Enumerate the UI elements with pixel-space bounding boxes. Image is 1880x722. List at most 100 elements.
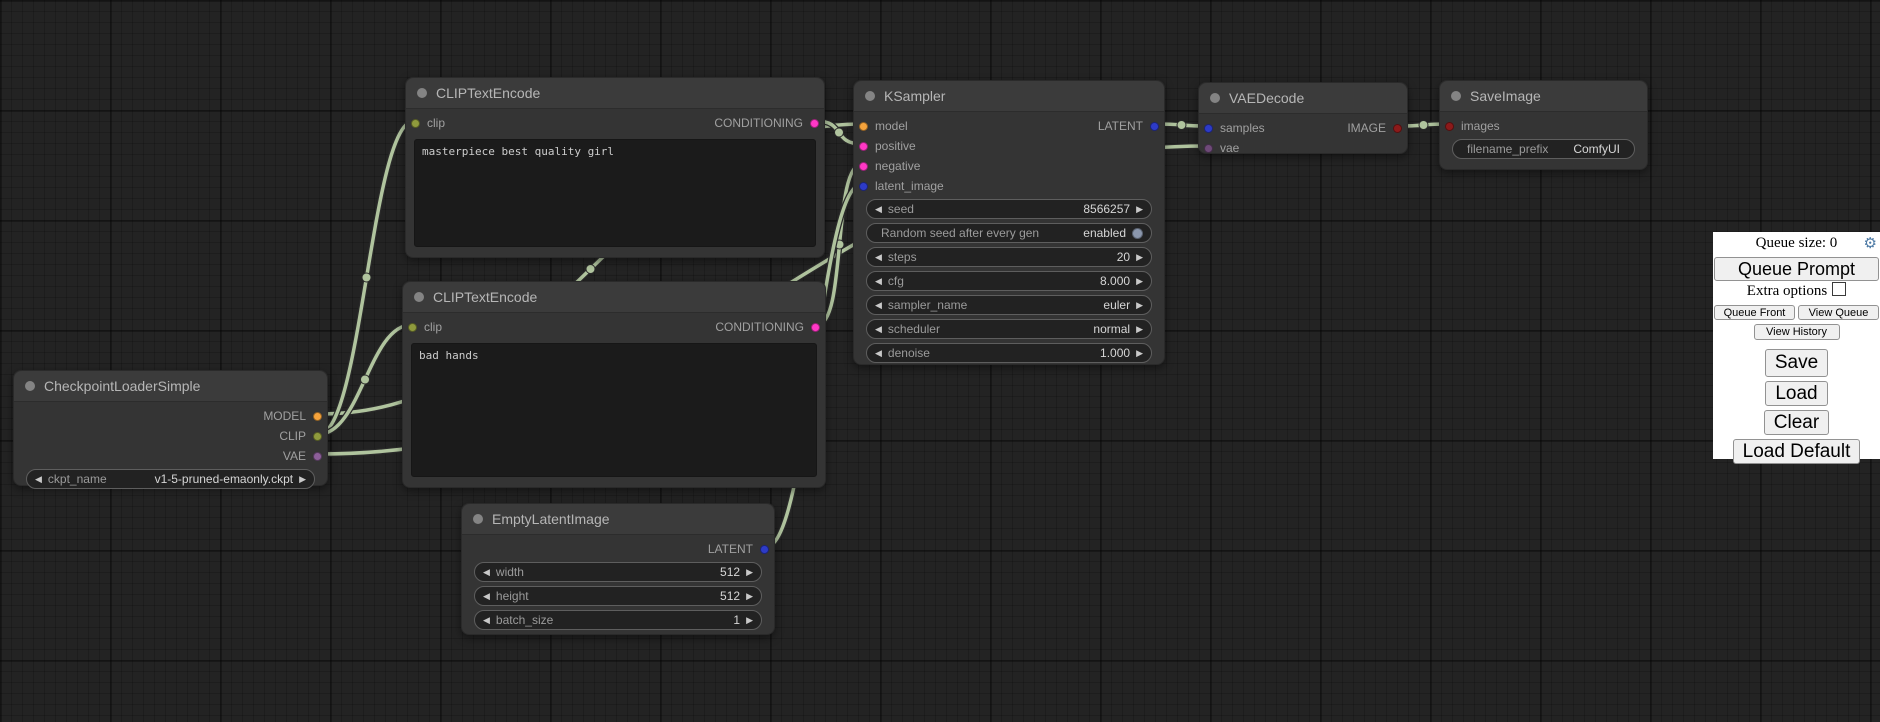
height-widget[interactable]: ◀height512▶ [474, 586, 762, 606]
increment-arrow-icon[interactable]: ▶ [1136, 325, 1143, 334]
prompt-textarea[interactable]: bad hands [411, 343, 817, 477]
scheduler-widget[interactable]: ◀schedulernormal▶ [866, 319, 1152, 339]
batch-size-widget[interactable]: ◀batch_size1▶ [474, 610, 762, 630]
latent-output-slot[interactable]: LATENT [708, 542, 769, 556]
model-output-slot[interactable]: MODEL [263, 409, 322, 423]
clip-input-dot[interactable] [411, 119, 420, 128]
steps-widget[interactable]: ◀steps20▶ [866, 247, 1152, 267]
cfg-widget[interactable]: ◀cfg8.000▶ [866, 271, 1152, 291]
node-title-bar[interactable]: CLIPTextEncode [406, 78, 824, 109]
decrement-arrow-icon[interactable]: ◀ [35, 475, 42, 484]
random-seed-after-every-gen-widget[interactable]: Random seed after every genenabled [866, 223, 1152, 243]
clip-input-slot[interactable]: clip [411, 116, 445, 130]
images-input-dot[interactable] [1445, 122, 1454, 131]
clip-input-dot[interactable] [408, 323, 417, 332]
conditioning-output-slot[interactable]: CONDITIONING [714, 116, 819, 130]
increment-arrow-icon[interactable]: ▶ [1136, 349, 1143, 358]
input-slot-label: positive [875, 139, 916, 153]
queue-prompt-button[interactable]: Queue Prompt [1714, 257, 1879, 281]
vae-output-dot[interactable] [313, 452, 322, 461]
latent-image-input-dot[interactable] [859, 182, 868, 191]
view-queue-button[interactable]: View Queue [1798, 305, 1879, 320]
seed-widget[interactable]: ◀seed8566257▶ [866, 199, 1152, 219]
node-title-bar[interactable]: KSampler [854, 81, 1164, 112]
clip-input-slot[interactable]: clip [408, 320, 442, 334]
samples-input-dot[interactable] [1204, 124, 1213, 133]
extra-options-checkbox[interactable] [1832, 282, 1846, 296]
widget-label: batch_size [496, 613, 553, 627]
nodes-layer: CheckpointLoaderSimple MODEL CLIP VAE ◀ckpt_… [0, 0, 1880, 722]
widget-value: 512 [720, 589, 740, 603]
slot-row: latent_image [854, 176, 1164, 196]
conditioning-output-slot[interactable]: CONDITIONING [715, 320, 820, 334]
latent-output-dot[interactable] [760, 545, 769, 554]
checkpoint-loader-node[interactable]: CheckpointLoaderSimple MODEL CLIP VAE ◀ckpt_… [13, 370, 328, 486]
image-output-dot[interactable] [1393, 124, 1402, 133]
widget-label: seed [888, 202, 914, 216]
decrement-arrow-icon[interactable]: ◀ [483, 568, 490, 577]
clip-text-encode-negative-node[interactable]: CLIPTextEncode clip CONDITIONING bad hands [402, 281, 826, 488]
increment-arrow-icon[interactable]: ▶ [1136, 253, 1143, 262]
model-output-dot[interactable] [313, 412, 322, 421]
decrement-arrow-icon[interactable]: ◀ [483, 592, 490, 601]
conditioning-output-dot[interactable] [810, 119, 819, 128]
node-title-bar[interactable]: SaveImage [1440, 81, 1647, 112]
positive-input-dot[interactable] [859, 142, 868, 151]
sampler-name-widget[interactable]: ◀sampler_nameeuler▶ [866, 295, 1152, 315]
negative-input-slot[interactable]: negative [859, 159, 920, 173]
increment-arrow-icon[interactable]: ▶ [746, 616, 753, 625]
view-history-button[interactable]: View History [1754, 324, 1840, 340]
decrement-arrow-icon[interactable]: ◀ [483, 616, 490, 625]
latent-image-input-slot[interactable]: latent_image [859, 179, 944, 193]
clip-output-slot[interactable]: CLIP [279, 429, 322, 443]
toggle-dot[interactable] [1132, 228, 1143, 239]
samples-input-slot[interactable]: samples [1204, 121, 1265, 135]
ckpt-name-widget[interactable]: ◀ckpt_namev1-5-pruned-emaonly.ckpt▶ [26, 469, 315, 489]
model-input-dot[interactable] [859, 122, 868, 131]
queue-front-button[interactable]: Queue Front [1714, 305, 1795, 320]
decrement-arrow-icon[interactable]: ◀ [875, 349, 882, 358]
vae-input-slot[interactable]: vae [1204, 141, 1239, 155]
increment-arrow-icon[interactable]: ▶ [1136, 205, 1143, 214]
ksampler-node[interactable]: KSampler model LATENT positive negative laten… [853, 80, 1165, 365]
image-output-slot[interactable]: IMAGE [1347, 121, 1402, 135]
latent-output-dot[interactable] [1150, 122, 1159, 131]
save-button[interactable]: Save [1765, 349, 1828, 377]
node-title-bar[interactable]: CLIPTextEncode [403, 282, 825, 313]
increment-arrow-icon[interactable]: ▶ [746, 568, 753, 577]
prompt-textarea[interactable]: masterpiece best quality girl [414, 139, 816, 247]
empty-latent-image-node[interactable]: EmptyLatentImageLATENT◀width512▶◀height5… [461, 503, 775, 635]
conditioning-output-dot[interactable] [811, 323, 820, 332]
clip-output-dot[interactable] [313, 432, 322, 441]
vae-input-dot[interactable] [1204, 144, 1213, 153]
images-input-slot[interactable]: images [1445, 119, 1500, 133]
node-title-bar[interactable]: EmptyLatentImage [462, 504, 774, 535]
decrement-arrow-icon[interactable]: ◀ [875, 277, 882, 286]
decrement-arrow-icon[interactable]: ◀ [875, 301, 882, 310]
node-title-bar[interactable]: VAEDecode [1199, 83, 1407, 114]
vae-output-slot[interactable]: VAE [283, 449, 322, 463]
width-widget[interactable]: ◀width512▶ [474, 562, 762, 582]
load-default-button[interactable]: Load Default [1733, 439, 1861, 464]
filename-prefix-widget[interactable]: filename_prefixComfyUI [1452, 139, 1635, 159]
model-input-slot[interactable]: model [859, 119, 908, 133]
increment-arrow-icon[interactable]: ▶ [299, 475, 306, 484]
decrement-arrow-icon[interactable]: ◀ [875, 325, 882, 334]
vae-decode-node[interactable]: VAEDecode samples IMAGE vae [1198, 82, 1408, 154]
decrement-arrow-icon[interactable]: ◀ [875, 205, 882, 214]
increment-arrow-icon[interactable]: ▶ [746, 592, 753, 601]
settings-gear-icon[interactable]: ⚙ [1864, 234, 1877, 252]
node-title-bar[interactable]: CheckpointLoaderSimple [14, 371, 327, 402]
positive-input-slot[interactable]: positive [859, 139, 916, 153]
save-image-node[interactable]: SaveImage images filename_prefixComfyUI [1439, 80, 1648, 170]
decrement-arrow-icon[interactable]: ◀ [875, 253, 882, 262]
clip-text-encode-positive-node[interactable]: CLIPTextEncode clip CONDITIONING masterpiec… [405, 77, 825, 258]
denoise-widget[interactable]: ◀denoise1.000▶ [866, 343, 1152, 363]
increment-arrow-icon[interactable]: ▶ [1136, 301, 1143, 310]
slot-row: vae [1199, 138, 1407, 158]
clear-button[interactable]: Clear [1764, 410, 1829, 435]
load-button[interactable]: Load [1765, 381, 1827, 406]
negative-input-dot[interactable] [859, 162, 868, 171]
latent-output-slot[interactable]: LATENT [1098, 119, 1159, 133]
increment-arrow-icon[interactable]: ▶ [1136, 277, 1143, 286]
